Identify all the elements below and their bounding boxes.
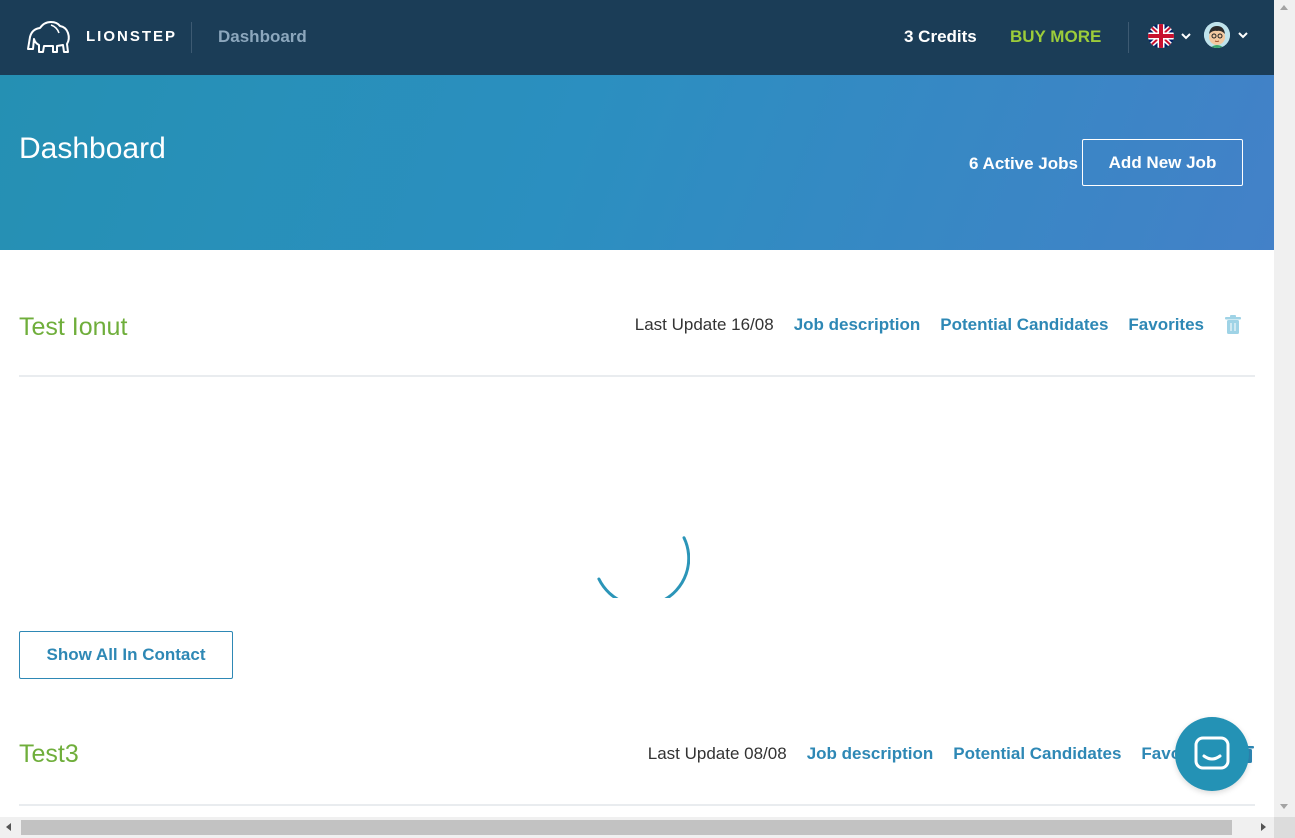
favorites-link[interactable]: Favorites bbox=[1128, 315, 1204, 335]
buy-more-link[interactable]: BUY MORE bbox=[1010, 27, 1101, 47]
potential-candidates-link[interactable]: Potential Candidates bbox=[953, 744, 1121, 764]
dashboard-header: Dashboard 6 Active Jobs Add New Job bbox=[0, 75, 1274, 250]
trash-icon[interactable] bbox=[1224, 315, 1242, 335]
job-divider bbox=[19, 804, 1255, 806]
scroll-right-arrow-icon[interactable] bbox=[1261, 823, 1266, 831]
job-card: Test3 Last Update 08/08 Job description … bbox=[19, 720, 1255, 817]
page-title: Dashboard bbox=[19, 132, 166, 165]
job-description-link[interactable]: Job description bbox=[807, 744, 934, 764]
uk-flag-icon bbox=[1148, 24, 1174, 48]
job-actions: Last Update 16/08 Job description Potent… bbox=[635, 315, 1255, 335]
job-title[interactable]: Test3 bbox=[19, 740, 79, 769]
scrollbar-corner bbox=[1274, 817, 1295, 838]
scroll-down-arrow-icon[interactable] bbox=[1280, 804, 1288, 809]
scroll-left-arrow-icon[interactable] bbox=[6, 823, 11, 831]
page: LIONSTEP Dashboard 3 Credits BUY MORE Da… bbox=[0, 0, 1274, 817]
user-avatar-icon bbox=[1204, 22, 1230, 48]
language-selector[interactable] bbox=[1148, 22, 1194, 50]
brand-name: LIONSTEP bbox=[86, 28, 178, 45]
chat-icon bbox=[1194, 736, 1230, 770]
chevron-down-icon bbox=[1181, 33, 1191, 40]
top-navbar: LIONSTEP Dashboard 3 Credits BUY MORE bbox=[0, 0, 1274, 75]
job-description-link[interactable]: Job description bbox=[794, 315, 921, 335]
scroll-up-arrow-icon[interactable] bbox=[1280, 5, 1288, 10]
job-title[interactable]: Test Ionut bbox=[19, 313, 127, 342]
job-actions: Last Update 08/08 Job description Potent… bbox=[648, 744, 1255, 764]
lion-logo-icon[interactable] bbox=[24, 19, 74, 55]
job-divider bbox=[19, 375, 1255, 377]
scroll-thumb[interactable] bbox=[1274, 0, 1295, 817]
active-jobs-count: 6 Active Jobs bbox=[969, 154, 1078, 173]
add-new-job-button[interactable]: Add New Job bbox=[1082, 139, 1243, 186]
user-menu[interactable] bbox=[1204, 22, 1252, 50]
scroll-thumb[interactable] bbox=[21, 820, 1232, 835]
vertical-scrollbar[interactable] bbox=[1274, 0, 1295, 817]
nav-divider bbox=[191, 22, 192, 53]
credits-count: 3 Credits bbox=[904, 27, 977, 46]
last-update: Last Update 08/08 bbox=[647, 744, 787, 763]
last-update: Last Update 16/08 bbox=[634, 315, 774, 334]
loading-spinner-icon bbox=[597, 536, 690, 598]
chat-launcher-button[interactable] bbox=[1175, 717, 1249, 791]
nav-divider bbox=[1128, 22, 1129, 53]
potential-candidates-link[interactable]: Potential Candidates bbox=[940, 315, 1108, 335]
nav-current-page[interactable]: Dashboard bbox=[218, 27, 307, 47]
job-card: Test Ionut Last Update 16/08 Job descrip… bbox=[19, 250, 1255, 380]
horizontal-scrollbar[interactable] bbox=[0, 817, 1295, 838]
show-all-in-contact-button[interactable]: Show All In Contact bbox=[19, 631, 233, 679]
chevron-down-icon bbox=[1238, 32, 1248, 39]
